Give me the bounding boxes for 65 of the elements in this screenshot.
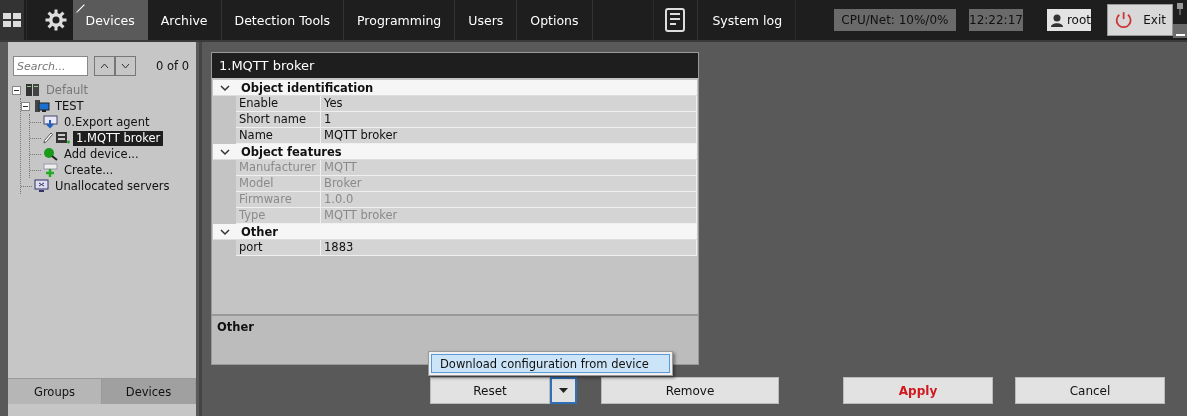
menu-button[interactable] xyxy=(0,0,24,40)
pin-icon[interactable] xyxy=(1176,3,1184,15)
property-name: Manufacturer xyxy=(236,160,321,175)
pencil-icon xyxy=(74,3,86,14)
apply-button[interactable]: Apply xyxy=(843,377,993,404)
property-value[interactable]: MQTT broker xyxy=(321,128,697,143)
chevron-icon[interactable] xyxy=(220,82,230,93)
property-name: Enable xyxy=(236,96,321,111)
panel-tab[interactable]: Devices xyxy=(102,379,196,404)
export-icon xyxy=(43,115,59,129)
nav-tab[interactable]: Detection Tools xyxy=(221,0,345,40)
magnifier-icon xyxy=(43,147,59,161)
reset-button[interactable]: Reset xyxy=(430,377,550,404)
property-name: Firmware xyxy=(236,192,321,207)
dropdown-button[interactable] xyxy=(550,377,577,404)
property-value[interactable]: 1 xyxy=(321,112,697,127)
menu-item[interactable]: Download configuration from device xyxy=(431,354,670,373)
clock: 12:22:17 xyxy=(969,9,1023,31)
nav-tab[interactable]: Devices xyxy=(72,0,148,40)
up-chevron-icon xyxy=(100,63,109,69)
monitor-icon xyxy=(34,179,50,193)
minimize-button[interactable] xyxy=(1173,24,1187,38)
down-chevron-icon xyxy=(121,63,130,69)
property-name: Model xyxy=(236,176,321,191)
property-value[interactable]: Yes xyxy=(321,96,697,111)
log-button[interactable] xyxy=(652,0,699,40)
cancel-button[interactable]: Cancel xyxy=(1015,377,1165,404)
gear-icon xyxy=(44,9,67,31)
nav-tab[interactable]: Archive xyxy=(147,0,222,40)
computer-icon xyxy=(34,99,50,113)
system-log-link[interactable]: System log xyxy=(698,0,796,40)
user-icon xyxy=(1050,13,1063,27)
property-name: Type xyxy=(236,208,321,223)
match-count: 0 of 0 xyxy=(156,59,190,73)
server-icon xyxy=(25,83,41,97)
document-icon xyxy=(665,8,686,32)
group-title: Other xyxy=(241,224,278,239)
property-name: Short name xyxy=(236,112,321,127)
create-icon xyxy=(43,163,59,177)
search-field[interactable]: Search... xyxy=(13,56,88,76)
next-button[interactable] xyxy=(115,56,136,76)
property-name: port xyxy=(236,240,321,255)
remove-button[interactable]: Remove xyxy=(601,377,779,404)
chevron-icon[interactable] xyxy=(220,226,230,237)
property-value[interactable]: 1883 xyxy=(321,240,697,255)
minimize-icon xyxy=(1175,34,1185,36)
group-title: Object identification xyxy=(241,80,374,95)
nav-tab[interactable]: Users xyxy=(455,0,518,40)
nav-tab[interactable]: Options xyxy=(517,0,593,40)
chevron-icon[interactable] xyxy=(220,146,230,157)
device-icon xyxy=(55,131,71,145)
previous-button[interactable] xyxy=(94,56,115,76)
exit-button[interactable]: Exit xyxy=(1107,4,1173,36)
nav-tab[interactable]: Programming xyxy=(344,0,456,40)
caret-icon xyxy=(559,388,568,393)
user-badge[interactable]: root xyxy=(1046,9,1091,31)
panel-title: 1.MQTT broker xyxy=(212,53,698,78)
panel-tab[interactable]: Groups xyxy=(8,379,102,404)
description-title: Other xyxy=(217,320,254,334)
pencil-icon xyxy=(43,132,53,144)
power-icon xyxy=(1114,9,1134,31)
grid-icon xyxy=(2,13,21,27)
property-name: Name xyxy=(236,128,321,143)
group-title: Object features xyxy=(241,144,342,159)
cpu-net-indicator: CPU/Net: 10%/0% xyxy=(833,9,957,31)
